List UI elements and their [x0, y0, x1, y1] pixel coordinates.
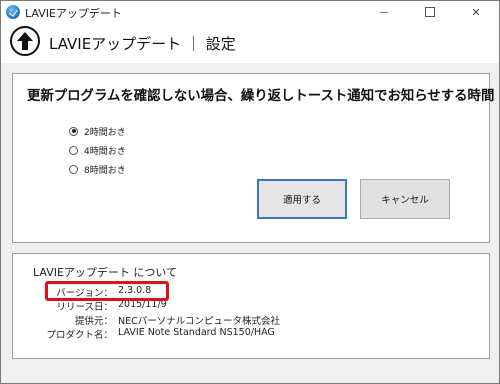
apply-button[interactable]: 適用する — [257, 179, 347, 219]
radio-option-8h[interactable]: 8時間おき — [69, 162, 126, 176]
radio-label-8h: 8時間おき — [84, 165, 126, 176]
arrow-up-icon — [10, 26, 40, 56]
provider-label: 提供元： — [74, 316, 113, 327]
radio-button-4h[interactable] — [69, 145, 78, 155]
close-button[interactable]: ✕ — [453, 1, 499, 23]
window-title: LAVIEアップデート — [25, 7, 122, 20]
maximize-button[interactable] — [407, 1, 453, 23]
radio-button-2h[interactable] — [69, 126, 78, 136]
minimize-icon: — — [379, 6, 389, 18]
release-date-label: リリース日： — [56, 302, 113, 313]
radio-button-8h[interactable] — [69, 164, 78, 174]
settings-heading: 更新プログラムを確認しない場合、繰り返しトースト通知でお知らせする時間 — [27, 89, 495, 104]
settings-panel: 更新プログラムを確認しない場合、繰り返しトースト通知でお知らせする時間 2時間お… — [12, 73, 494, 243]
page-header: LAVIEアップデート ｜ 設定 — [1, 23, 499, 63]
product-name-value: LAVIE Note Standard NS150/HAG — [118, 327, 275, 338]
radio-option-2h[interactable]: 2時間おき — [69, 124, 126, 138]
radio-option-4h[interactable]: 4時間おき — [69, 143, 126, 157]
radio-label-2h: 2時間おき — [84, 127, 126, 138]
cancel-button[interactable]: キャンセル — [360, 179, 450, 219]
product-name-label: プロダクト名： — [46, 330, 113, 341]
minimize-button[interactable]: — — [361, 1, 407, 23]
maximize-icon — [425, 7, 435, 17]
page-title: LAVIEアップデート ｜ 設定 — [49, 35, 236, 53]
radio-label-4h: 4時間おき — [84, 146, 126, 157]
version-highlight-box — [45, 281, 169, 301]
about-panel: LAVIEアップデート について バージョン： 2.3.0.8 リリース日： 2… — [12, 253, 490, 359]
app-window: LAVIEアップデート — ✕ LAVIEアップデート ｜ 設定 更新プログラム… — [0, 0, 500, 384]
close-icon: ✕ — [471, 5, 481, 19]
title-bar[interactable]: LAVIEアップデート — ✕ — [1, 1, 499, 23]
arrow-up-glyph — [17, 32, 33, 50]
app-logo-icon — [6, 5, 20, 19]
provider-value: NECパーソナルコンピュータ株式会社 — [118, 316, 281, 327]
about-heading: LAVIEアップデート について — [33, 266, 178, 279]
